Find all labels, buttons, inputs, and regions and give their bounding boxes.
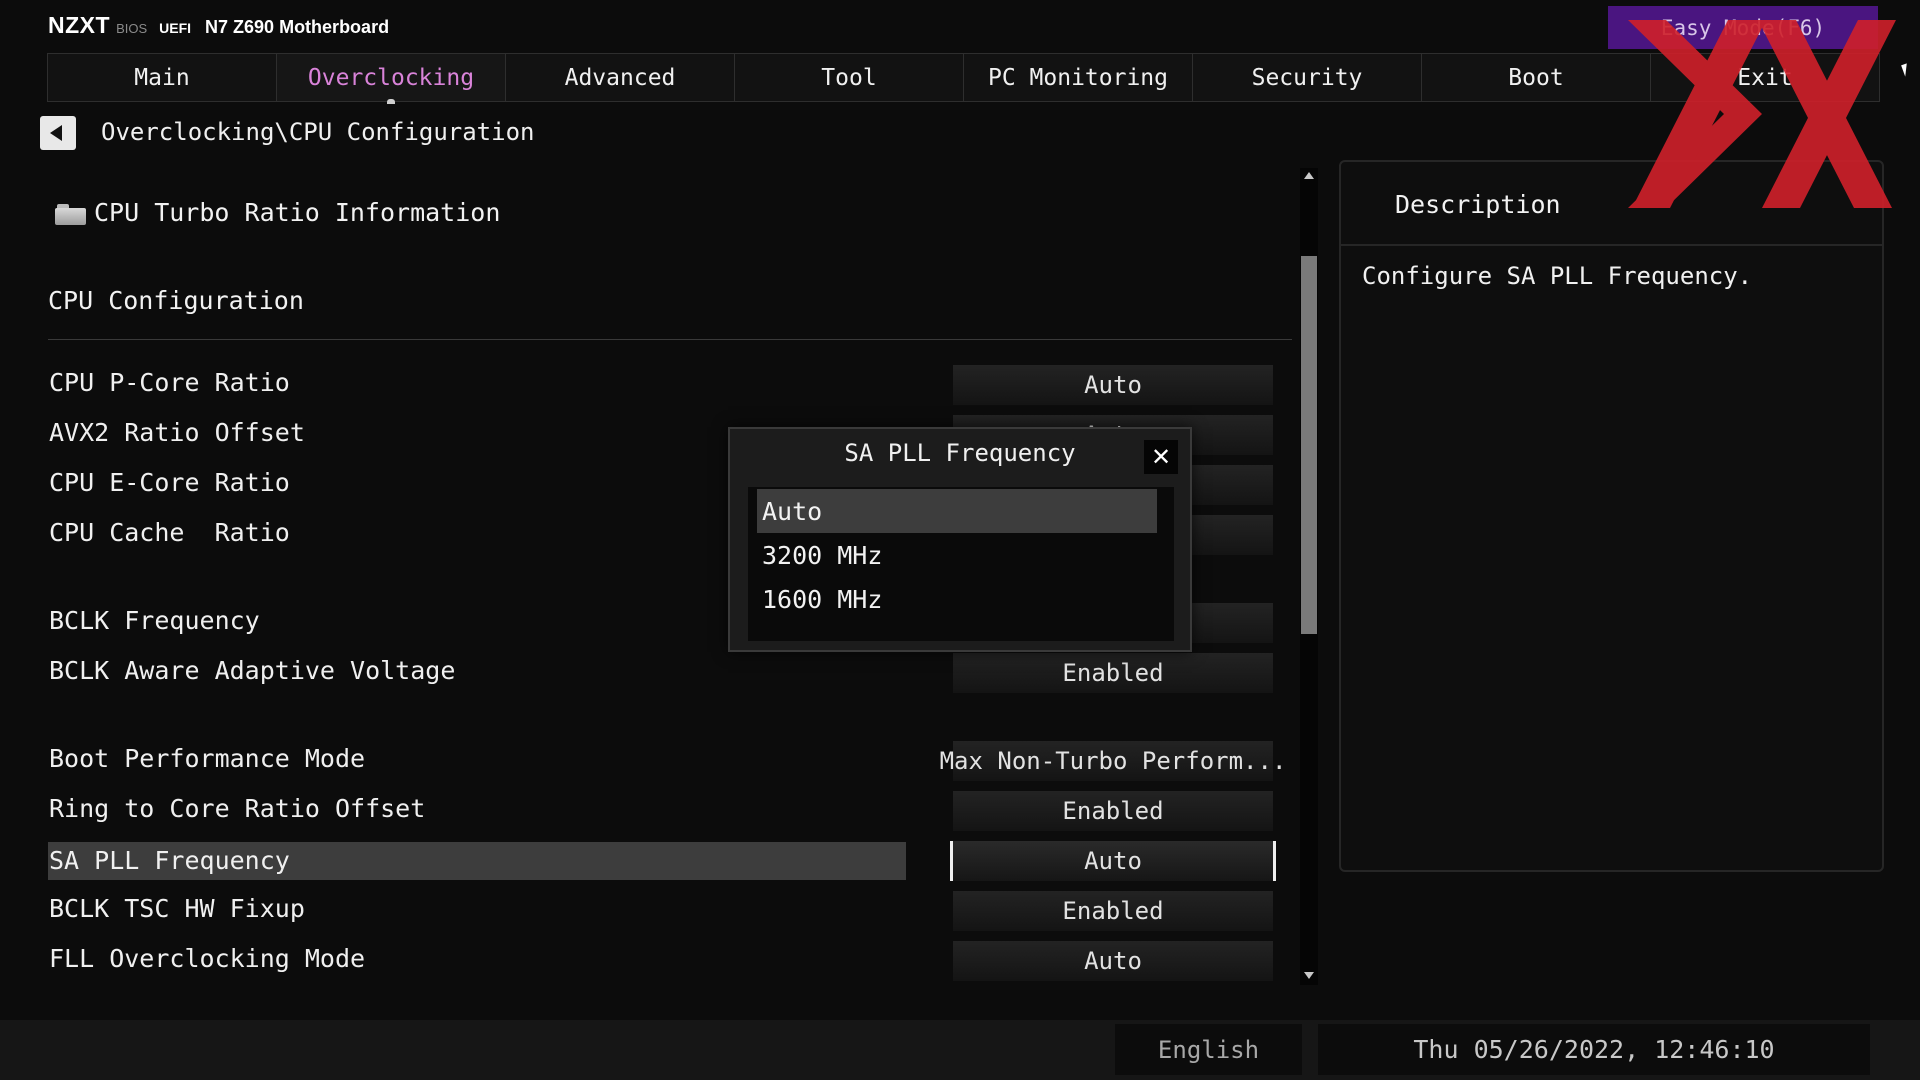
brand-header: NZXT BIOS UEFI N7 Z690 Motherboard [48, 12, 389, 38]
breadcrumb: Overclocking\CPU Configuration [101, 118, 535, 146]
setting-label-boot-performance-mode[interactable]: Boot Performance Mode [49, 744, 365, 773]
back-arrow-icon[interactable] [40, 116, 76, 150]
submenu-label: CPU Turbo Ratio Information [94, 198, 501, 227]
sa-pll-frequency-popup: SA PLL Frequency ✕ Auto 3200 MHz 1600 MH… [728, 427, 1192, 652]
tab-boot[interactable]: Boot [1421, 53, 1651, 102]
scrollbar-thumb[interactable] [1301, 256, 1317, 634]
description-title: Description [1395, 190, 1561, 219]
tab-pc-monitoring[interactable]: PC Monitoring [963, 53, 1193, 102]
description-panel: Description Configure SA PLL Frequency. [1339, 160, 1884, 872]
description-header: Description [1341, 162, 1882, 246]
setting-label-cpu-p-core-ratio[interactable]: CPU P-Core Ratio [49, 368, 290, 397]
setting-value-boot-performance-mode[interactable]: Max Non-Turbo Perform... [940, 741, 1286, 781]
language-selector[interactable]: English [1115, 1024, 1302, 1075]
popup-option-3200-mhz[interactable]: 3200 MHz [757, 533, 1157, 577]
setting-value-fll-overclocking-mode[interactable]: Auto [953, 941, 1273, 981]
setting-label-ring-to-core-ratio-offset[interactable]: Ring to Core Ratio Offset [49, 794, 425, 823]
setting-label-sa-pll-frequency[interactable]: SA PLL Frequency [48, 842, 906, 880]
setting-value-bclk-tsc-hw-fixup[interactable]: Enabled [953, 891, 1273, 931]
setting-label-fll-overclocking-mode[interactable]: FLL Overclocking Mode [49, 944, 365, 973]
description-text: Configure SA PLL Frequency. [1362, 262, 1753, 290]
setting-label-bclk-tsc-hw-fixup[interactable]: BCLK TSC HW Fixup [49, 894, 305, 923]
tab-main[interactable]: Main [47, 53, 277, 102]
popup-option-1600-mhz[interactable]: 1600 MHz [757, 577, 1157, 621]
setting-value-ring-to-core-ratio-offset[interactable]: Enabled [953, 791, 1273, 831]
setting-label-bclk-aware-adaptive-voltage[interactable]: BCLK Aware Adaptive Voltage [49, 656, 455, 685]
brand-logo: NZXT [48, 12, 111, 38]
setting-value-cpu-p-core-ratio[interactable]: Auto [953, 365, 1273, 405]
date-time-display: Thu 05/26/2022, 12:46:10 [1318, 1024, 1870, 1075]
setting-label-avx2-ratio-offset[interactable]: AVX2 Ratio Offset [49, 418, 305, 447]
tab-exit[interactable]: Exit [1650, 53, 1880, 102]
submenu-link-cpu-turbo-ratio[interactable]: CPU Turbo Ratio Information [55, 198, 500, 227]
mouse-cursor-icon [1901, 63, 1911, 77]
tab-tool[interactable]: Tool [734, 53, 964, 102]
section-title: CPU Configuration [48, 286, 304, 315]
tab-advanced[interactable]: Advanced [505, 53, 735, 102]
popup-title: SA PLL Frequency [844, 439, 1076, 467]
popup-option-auto[interactable]: Auto [757, 489, 1157, 533]
setting-value-sa-pll-frequency[interactable]: Auto [950, 841, 1276, 881]
tab-security[interactable]: Security [1192, 53, 1422, 102]
easy-mode-button[interactable]: Easy Mode(F6) [1608, 6, 1878, 49]
tab-overclocking[interactable]: Overclocking [276, 53, 506, 104]
popup-option-list: Auto 3200 MHz 1600 MHz [748, 487, 1174, 641]
scroll-down-arrow-icon[interactable] [1304, 972, 1314, 979]
scroll-up-arrow-icon[interactable] [1304, 172, 1314, 179]
section-divider [48, 339, 1292, 340]
bios-screen: NZXT BIOS UEFI N7 Z690 Motherboard Easy … [0, 0, 1920, 1080]
uefi-label: UEFI [159, 20, 192, 36]
motherboard-model: N7 Z690 Motherboard [205, 17, 390, 37]
close-icon[interactable]: ✕ [1144, 440, 1178, 474]
setting-label-cpu-cache-ratio[interactable]: CPU Cache Ratio [49, 518, 290, 547]
bios-label: BIOS [116, 21, 148, 36]
setting-label-cpu-e-core-ratio[interactable]: CPU E-Core Ratio [49, 468, 290, 497]
main-tab-bar: Main Overclocking Advanced Tool PC Monit… [47, 53, 1880, 104]
setting-value-bclk-aware-adaptive-voltage[interactable]: Enabled [953, 653, 1273, 693]
folder-icon [55, 201, 88, 225]
setting-label-bclk-frequency[interactable]: BCLK Frequency [49, 606, 260, 635]
